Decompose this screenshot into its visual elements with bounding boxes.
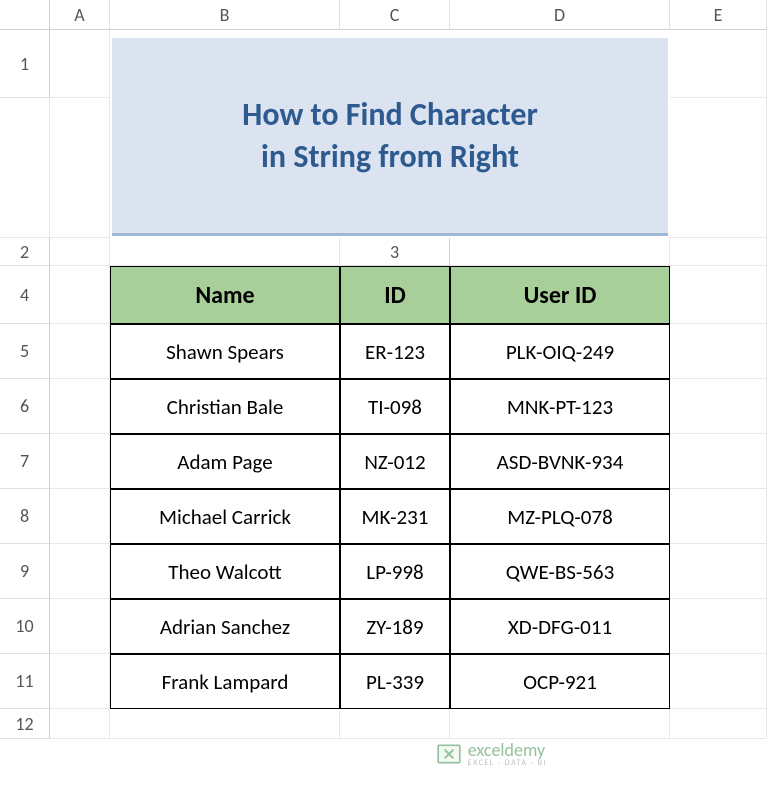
watermark-main: exceldemy bbox=[468, 741, 547, 759]
row-header-1[interactable]: 1 bbox=[0, 30, 50, 98]
row-header-7[interactable]: 7 bbox=[0, 434, 50, 489]
table-row[interactable]: NZ-012 bbox=[340, 434, 450, 489]
table-header-id[interactable]: ID bbox=[340, 266, 450, 324]
table-row[interactable]: Frank Lampard bbox=[110, 654, 340, 709]
row-header-4[interactable]: 4 bbox=[0, 266, 50, 324]
cell-c12[interactable] bbox=[340, 709, 450, 739]
table-row[interactable]: Adrian Sanchez bbox=[110, 599, 340, 654]
cell-a4[interactable] bbox=[50, 266, 110, 324]
cell-e7[interactable] bbox=[670, 434, 767, 489]
cell-e10[interactable] bbox=[670, 599, 767, 654]
col-header-b[interactable]: B bbox=[110, 0, 340, 30]
cell-e5[interactable] bbox=[670, 324, 767, 379]
table-row[interactable]: Michael Carrick bbox=[110, 489, 340, 544]
excel-icon bbox=[436, 741, 462, 767]
row-header-12[interactable]: 12 bbox=[0, 709, 50, 739]
table-row[interactable]: MZ-PLQ-078 bbox=[450, 489, 670, 544]
cell-e11[interactable] bbox=[670, 654, 767, 709]
cell-b12[interactable] bbox=[110, 709, 340, 739]
cell-e8[interactable] bbox=[670, 489, 767, 544]
row-header-3[interactable]: 3 bbox=[340, 238, 450, 266]
cell-b1[interactable] bbox=[670, 30, 767, 98]
watermark-sub: EXCEL · DATA · BI bbox=[468, 759, 547, 767]
cell-c1[interactable] bbox=[0, 98, 50, 238]
cell-a9[interactable] bbox=[50, 544, 110, 599]
table-row[interactable]: TI-098 bbox=[340, 379, 450, 434]
col-header-d[interactable]: D bbox=[450, 0, 670, 30]
table-row[interactable]: MK-231 bbox=[340, 489, 450, 544]
row-header-5[interactable]: 5 bbox=[0, 324, 50, 379]
table-row[interactable]: XD-DFG-011 bbox=[450, 599, 670, 654]
cell-e12[interactable] bbox=[670, 709, 767, 739]
cell-e9[interactable] bbox=[670, 544, 767, 599]
spreadsheet-grid: A B C D E 1 2 How to Find Character in S… bbox=[0, 0, 767, 739]
cell-a10[interactable] bbox=[50, 599, 110, 654]
cell-e2[interactable] bbox=[110, 238, 340, 266]
table-header-userid[interactable]: User ID bbox=[450, 266, 670, 324]
cell-a5[interactable] bbox=[50, 324, 110, 379]
cell-a6[interactable] bbox=[50, 379, 110, 434]
row-header-8[interactable]: 8 bbox=[0, 489, 50, 544]
table-row[interactable]: MNK-PT-123 bbox=[450, 379, 670, 434]
cell-a1[interactable] bbox=[50, 30, 110, 98]
table-row[interactable]: Theo Walcott bbox=[110, 544, 340, 599]
corner-cell[interactable] bbox=[0, 0, 50, 30]
table-row[interactable]: Adam Page bbox=[110, 434, 340, 489]
table-row[interactable]: Christian Bale bbox=[110, 379, 340, 434]
title-line1: How to Find Character bbox=[242, 94, 538, 136]
col-header-c[interactable]: C bbox=[340, 0, 450, 30]
row-header-9[interactable]: 9 bbox=[0, 544, 50, 599]
cell-d1[interactable] bbox=[50, 98, 110, 238]
col-header-a[interactable]: A bbox=[50, 0, 110, 30]
cell-a7[interactable] bbox=[50, 434, 110, 489]
table-row[interactable]: PL-339 bbox=[340, 654, 450, 709]
col-header-e[interactable]: E bbox=[670, 0, 767, 30]
table-row[interactable]: LP-998 bbox=[340, 544, 450, 599]
table-row[interactable]: ER-123 bbox=[340, 324, 450, 379]
table-row[interactable]: PLK-OIQ-249 bbox=[450, 324, 670, 379]
cell-e6[interactable] bbox=[670, 379, 767, 434]
cell-e3[interactable] bbox=[670, 238, 767, 266]
table-row[interactable]: QWE-BS-563 bbox=[450, 544, 670, 599]
cell-a3[interactable] bbox=[450, 238, 670, 266]
row-header-11[interactable]: 11 bbox=[0, 654, 50, 709]
watermark-text: exceldemy EXCEL · DATA · BI bbox=[468, 741, 547, 767]
cell-a11[interactable] bbox=[50, 654, 110, 709]
cell-e4[interactable] bbox=[670, 266, 767, 324]
title-box[interactable]: How to Find Character in String from Rig… bbox=[112, 38, 668, 236]
row-header-2[interactable]: 2 bbox=[0, 238, 50, 266]
cell-a12[interactable] bbox=[50, 709, 110, 739]
cell-a8[interactable] bbox=[50, 489, 110, 544]
row-header-6[interactable]: 6 bbox=[0, 379, 50, 434]
table-row[interactable]: ZY-189 bbox=[340, 599, 450, 654]
table-row[interactable]: ASD-BVNK-934 bbox=[450, 434, 670, 489]
table-row[interactable]: Shawn Spears bbox=[110, 324, 340, 379]
cell-a2[interactable] bbox=[50, 238, 110, 266]
cell-e1[interactable] bbox=[670, 98, 767, 238]
table-row[interactable]: OCP-921 bbox=[450, 654, 670, 709]
cell-d12[interactable] bbox=[450, 709, 670, 739]
table-header-name[interactable]: Name bbox=[110, 266, 340, 324]
title-line2: in String from Right bbox=[261, 136, 519, 178]
row-header-10[interactable]: 10 bbox=[0, 599, 50, 654]
watermark: exceldemy EXCEL · DATA · BI bbox=[436, 741, 547, 767]
